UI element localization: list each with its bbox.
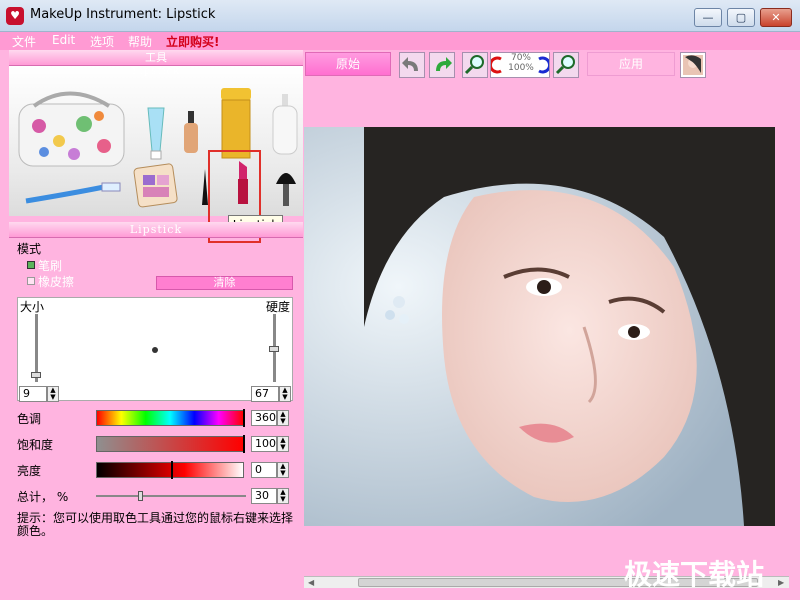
brush-label[interactable]: 笔刷	[38, 257, 62, 274]
settings-panel-header: Lipstick	[9, 222, 303, 238]
original-button[interactable]: 原始	[305, 52, 391, 76]
total-slider-track[interactable]	[96, 495, 246, 497]
menu-buy-now[interactable]: 立即购买!	[166, 33, 219, 50]
window-title: MakeUp Instrument: Lipstick	[30, 7, 216, 22]
vertical-scrollbar[interactable]	[789, 80, 800, 588]
portrait-thumbnail-icon[interactable]	[680, 52, 706, 78]
foundation-bottle-tool[interactable]	[181, 111, 201, 156]
saturation-spinner[interactable]: ▲ ▼	[277, 436, 289, 452]
portrait-photo[interactable]	[304, 127, 775, 526]
hue-label: 色调	[17, 412, 42, 426]
lotion-bottle-tool[interactable]	[267, 94, 303, 156]
saturation-value-field[interactable]: 100	[251, 436, 277, 452]
hint-text: 提示：您可以使用取色工具通过您的鼠标右键来选择颜色。	[17, 511, 294, 538]
undo-icon[interactable]	[399, 52, 425, 78]
size-spinner[interactable]: ▲ ▼	[47, 386, 59, 402]
menu-help[interactable]: 帮助	[128, 33, 152, 50]
makeup-brush-tool[interactable]	[274, 164, 298, 209]
hue-marker[interactable]	[243, 409, 245, 427]
cosmetic-bag-tool[interactable]	[14, 86, 129, 171]
menu-bar	[0, 32, 800, 50]
app-logo-icon: ♥	[6, 7, 24, 25]
eraser-radio[interactable]	[27, 277, 35, 285]
zoom-out-icon[interactable]	[553, 52, 579, 78]
brightness-value-field[interactable]: 0	[251, 462, 277, 478]
scroll-left-icon[interactable]: ◀	[308, 578, 314, 587]
close-button[interactable]: ✕	[760, 8, 792, 27]
size-value-field[interactable]: 9	[19, 386, 47, 402]
total-spinner[interactable]: ▲ ▼	[277, 488, 289, 504]
hue-gradient-bar[interactable]	[96, 410, 244, 426]
tools-panel-header: 工具	[9, 50, 303, 66]
saturation-gradient-bar[interactable]	[96, 436, 244, 452]
watermark-text: 极速下载站	[624, 558, 765, 591]
apply-button[interactable]: 应用	[587, 52, 675, 76]
eraser-label[interactable]: 橡皮擦	[38, 273, 74, 290]
minimize-button[interactable]: —	[694, 8, 722, 27]
tools-subheader: Lipstick	[131, 66, 181, 77]
total-slider-handle[interactable]	[138, 491, 143, 501]
clear-button[interactable]: 清除	[156, 276, 293, 290]
menu-file[interactable]: 文件	[12, 33, 36, 50]
brightness-spinner[interactable]: ▲ ▼	[277, 462, 289, 478]
hardness-label: 硬度	[266, 300, 291, 314]
hardness-value-field[interactable]: 67	[251, 386, 279, 402]
total-value-field[interactable]: 30	[251, 488, 277, 504]
brightness-marker[interactable]	[171, 461, 173, 479]
eyeshadow-palette-tool[interactable]	[133, 163, 178, 208]
zoom-in-icon[interactable]	[462, 52, 488, 78]
brush-radio[interactable]	[27, 261, 35, 269]
zoom-level-text: 70% 100%	[508, 53, 534, 73]
saturation-label: 饱和度	[17, 438, 54, 452]
size-label: 大小	[20, 300, 45, 314]
hue-value-field[interactable]: 360	[251, 410, 277, 426]
concealer-tube-tool[interactable]	[143, 106, 169, 161]
brightness-gradient-bar[interactable]	[96, 462, 244, 478]
size-slider-handle[interactable]	[31, 372, 41, 378]
brightness-label: 亮度	[17, 464, 42, 478]
saturation-marker[interactable]	[243, 435, 245, 453]
hardness-slider-handle[interactable]	[269, 346, 279, 352]
brush-dot-preview	[152, 347, 158, 353]
toothbrush-tool[interactable]	[24, 181, 124, 206]
hue-spinner[interactable]: ▲ ▼	[277, 410, 289, 426]
maximize-button[interactable]: ▢	[727, 8, 755, 27]
scroll-right-icon[interactable]: ▶	[778, 578, 784, 587]
menu-edit[interactable]: Edit	[52, 33, 75, 47]
hardness-spinner[interactable]: ▲ ▼	[279, 386, 291, 402]
total-label: 总计， %	[17, 490, 69, 504]
redo-icon[interactable]	[429, 52, 455, 78]
mode-label: 模式	[17, 242, 42, 256]
menu-options[interactable]: 选项	[90, 33, 114, 50]
